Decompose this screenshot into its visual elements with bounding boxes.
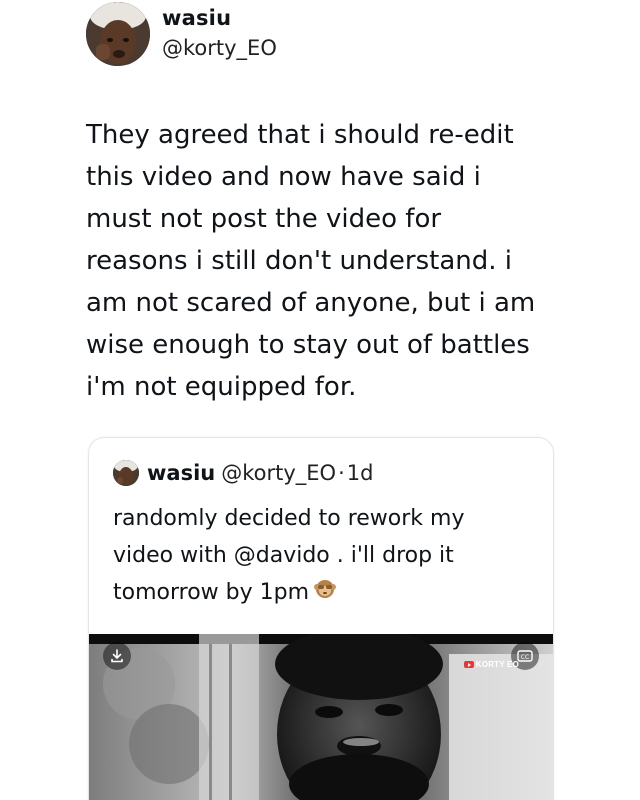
svg-text:CC: CC [521, 654, 529, 661]
quoted-author-handle[interactable]: @korty_EO [221, 461, 336, 485]
tweet-header: wasiu @korty_EO [86, 2, 566, 74]
video-thumbnail [89, 634, 553, 800]
youtube-logo-icon [463, 661, 474, 668]
quoted-author-name[interactable]: wasiu [147, 461, 215, 485]
quoted-tweet-text-content: randomly decided to rework my video with… [113, 506, 465, 605]
tweet-text: They agreed that i should re-edit this v… [86, 120, 536, 402]
download-button[interactable] [103, 642, 131, 670]
video-media[interactable]: CC KORTY EO [89, 634, 553, 800]
closed-captions-icon: CC [517, 649, 533, 663]
quoted-author-avatar[interactable] [113, 460, 139, 486]
quoted-separator: · [338, 461, 345, 485]
quoted-tweet-header: wasiu @korty_EO · 1d [113, 458, 373, 488]
download-icon [110, 649, 124, 663]
quoted-tweet-card[interactable]: wasiu @korty_EO · 1d randomly decided to… [88, 437, 554, 800]
quoted-timestamp[interactable]: 1d [347, 461, 374, 485]
quoted-tweet-text: randomly decided to rework my video with… [113, 500, 533, 612]
watermark-text: KORTY EO [475, 660, 519, 669]
author-handle[interactable]: @korty_EO [162, 36, 277, 60]
author-name[interactable]: wasiu [162, 6, 231, 30]
author-avatar[interactable] [86, 2, 150, 66]
monkey-emoji-icon [313, 575, 337, 612]
channel-watermark: KORTY EO [463, 660, 519, 669]
